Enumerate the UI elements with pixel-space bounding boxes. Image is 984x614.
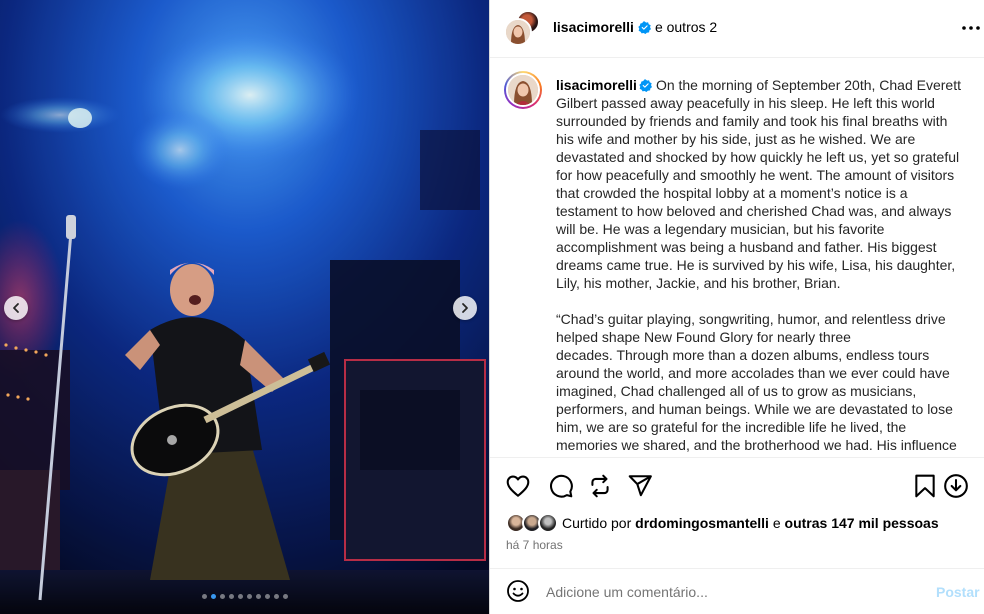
caption-line: imagined, Chad challenged all of us to g… <box>556 383 917 399</box>
more-dots-icon[interactable] <box>961 24 981 32</box>
carousel-next-button[interactable] <box>453 296 477 320</box>
caption-line-text: On the morning of September 20th, Chad E… <box>655 77 961 93</box>
post-actions: Curtido por drdomingosmantelli e outras … <box>490 457 984 577</box>
caption-line: lisacimorelli On the morning of September… <box>556 76 971 94</box>
header-collaborators[interactable]: e outros 2 <box>655 19 717 35</box>
carousel-dot <box>201 594 207 599</box>
post-header: lisacimorelli e outros 2 <box>490 0 984 58</box>
paper-plane-icon[interactable] <box>627 473 653 499</box>
caption-line: accomplishment was being a husband and f… <box>556 239 937 255</box>
download-icon[interactable] <box>943 473 969 499</box>
caption-paragraph: “Chad’s guitar playing, songwriting, hum… <box>556 310 971 454</box>
verified-badge-icon <box>639 79 652 92</box>
caption-line: that crowded the hospital lobby at a mom… <box>556 185 908 201</box>
caption-paragraph: lisacimorelli On the morning of September… <box>556 76 971 292</box>
heart-icon[interactable] <box>505 473 531 499</box>
smiley-icon[interactable] <box>506 579 530 603</box>
repost-icon[interactable] <box>587 473 613 499</box>
caption-line: “Chad’s guitar playing, songwriting, hum… <box>556 311 946 327</box>
carousel-dot <box>246 594 252 599</box>
carousel-dot <box>264 594 270 599</box>
carousel-dot <box>255 594 261 599</box>
avatar <box>538 513 558 533</box>
carousel-indicator <box>0 594 489 599</box>
post-comment-button[interactable]: Postar <box>936 584 980 600</box>
caption-line: him, we are so grateful for the incredib… <box>556 419 907 435</box>
likes-prefix: Curtido por <box>562 515 632 531</box>
caption-line: devastated and shocked by how quickly he… <box>556 149 960 165</box>
caption-line: his wife and mother by his side, just as… <box>556 131 916 147</box>
post-media[interactable] <box>0 0 489 614</box>
chevron-right-icon <box>462 303 468 313</box>
caption-line: decades. Through more than a dozen album… <box>556 347 930 363</box>
likes-user[interactable]: drdomingosmantelli <box>635 515 769 531</box>
post-timestamp[interactable]: há 7 horas <box>506 538 563 552</box>
comment-input[interactable] <box>546 582 916 602</box>
caption-line: testament to how beloved and cherished C… <box>556 203 952 219</box>
carousel-dot <box>273 594 279 599</box>
caption-text: lisacimorelli On the morning of September… <box>556 76 971 454</box>
carousel-dot <box>228 594 234 599</box>
likes-summary: Curtido por drdomingosmantelli e outras … <box>506 513 939 533</box>
carousel-dot <box>210 594 216 599</box>
verified-badge-icon <box>638 20 651 34</box>
carousel-dot <box>282 594 288 599</box>
caption-line: will be. He was a legendary musician, bu… <box>556 221 885 237</box>
likes-connector: e <box>772 515 781 531</box>
likes-others[interactable]: outras 147 mil pessoas <box>785 515 939 531</box>
instagram-post: lisacimorelli e outros 2 lisacimorelli O… <box>0 0 984 614</box>
chevron-left-icon <box>13 303 19 313</box>
comment-bar: Postar <box>490 568 984 614</box>
caption-line: performers, and human beings. While we a… <box>556 401 953 417</box>
carousel-prev-button[interactable] <box>4 296 28 320</box>
comment-bubble-icon[interactable] <box>548 473 574 499</box>
caption-line: Gilbert passed away peacefully in his sl… <box>556 95 935 111</box>
caption-line: for how peacefully and smoothly he went.… <box>556 167 955 183</box>
caption-line: memories we shared, and the brotherhood … <box>556 437 957 453</box>
carousel-dot <box>219 594 225 599</box>
concert-photo <box>0 0 489 614</box>
liker-avatars[interactable] <box>506 513 558 533</box>
caption-line: around the world, and more accolades tha… <box>556 365 950 381</box>
header-username[interactable]: lisacimorelli <box>553 19 634 35</box>
avatar <box>504 18 532 46</box>
bookmark-icon[interactable] <box>912 473 938 499</box>
avatar[interactable] <box>504 71 542 109</box>
caption-area: lisacimorelli On the morning of September… <box>490 59 984 457</box>
caption-line: Lily, his mother, Jackie, and his brothe… <box>556 275 841 291</box>
caption-line: dreams came true. He is survived by his … <box>556 257 956 273</box>
carousel-dot <box>237 594 243 599</box>
caption-line: helped shape New Found Glory for nearly … <box>556 329 851 345</box>
caption-username[interactable]: lisacimorelli <box>556 77 637 93</box>
header-author: lisacimorelli e outros 2 <box>553 19 717 35</box>
caption-line: surrounded by friends and family and too… <box>556 113 948 129</box>
post-side-panel: lisacimorelli e outros 2 lisacimorelli O… <box>489 0 984 614</box>
collab-avatars[interactable] <box>504 10 544 46</box>
